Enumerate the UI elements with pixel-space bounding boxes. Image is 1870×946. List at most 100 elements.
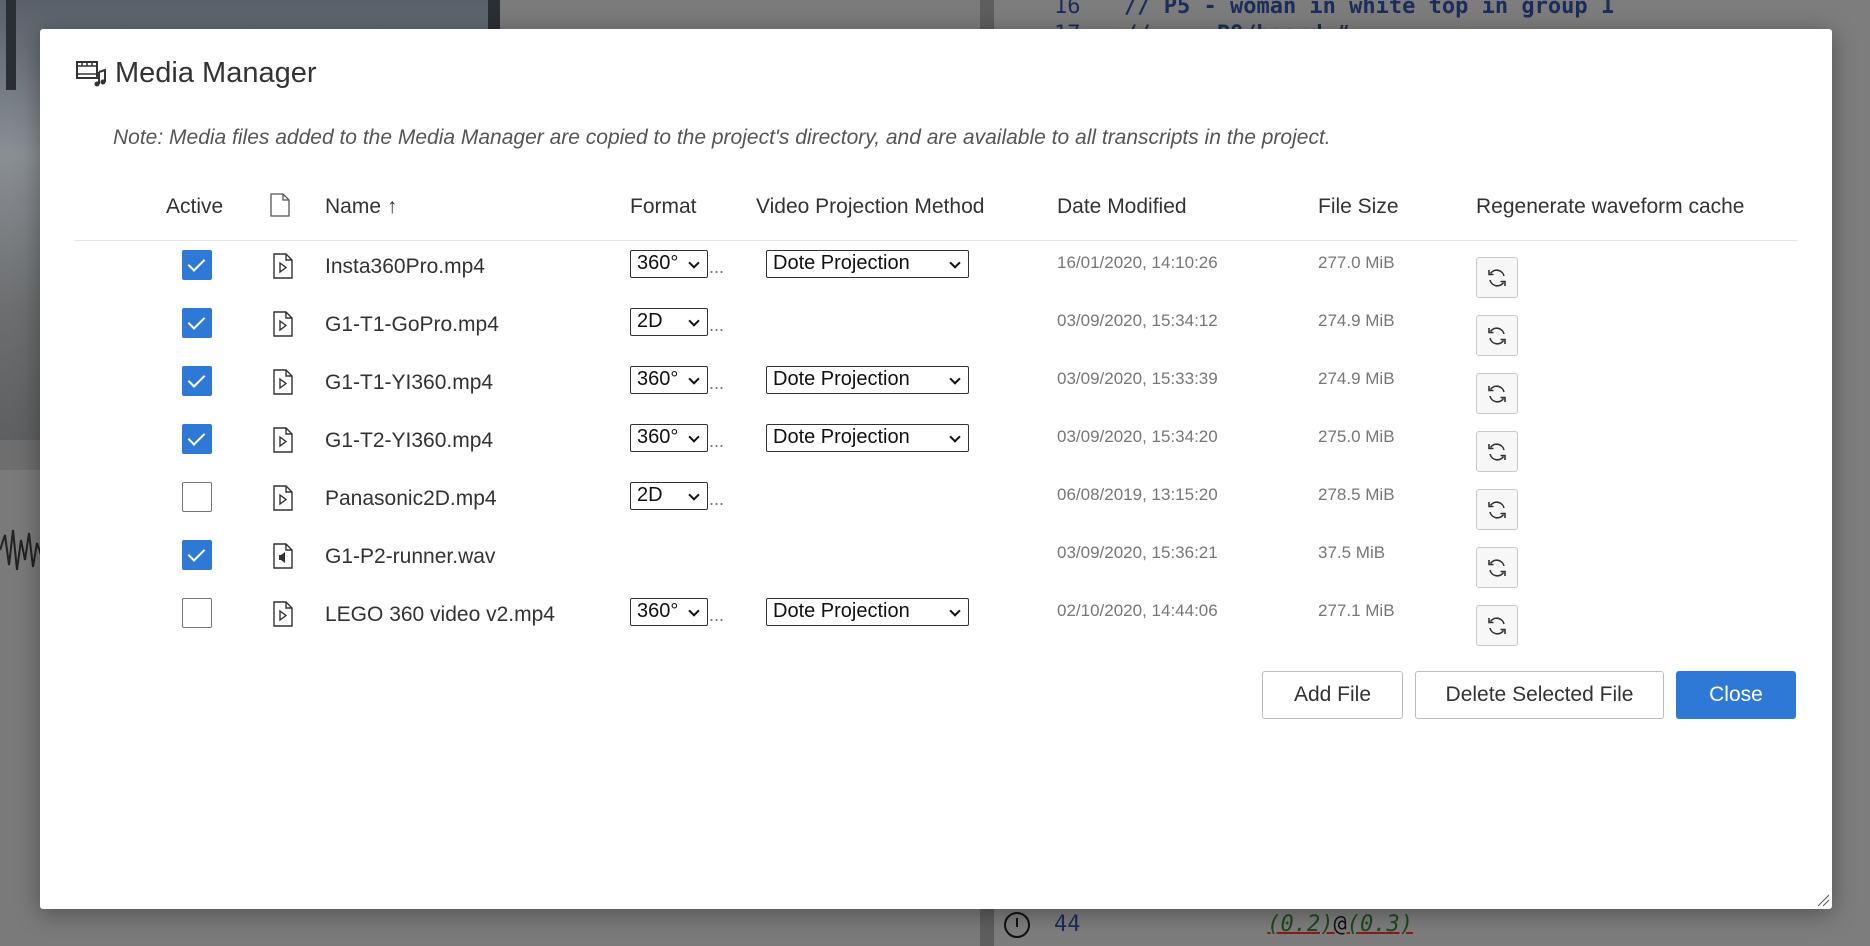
column-header-name[interactable]: Name ↑ bbox=[325, 195, 397, 219]
regenerate-waveform-button[interactable] bbox=[1476, 489, 1518, 530]
regenerate-waveform-button[interactable] bbox=[1476, 431, 1518, 472]
format-select[interactable]: 360° bbox=[630, 366, 708, 394]
format-options-ellipsis[interactable]: ... bbox=[709, 373, 724, 394]
date-modified: 06/08/2019, 13:15:20 bbox=[1057, 485, 1218, 504]
audio-file-icon bbox=[273, 543, 293, 574]
chevron-down-icon bbox=[688, 489, 700, 501]
chevron-down-icon bbox=[949, 373, 961, 385]
regenerate-waveform-button[interactable] bbox=[1476, 315, 1518, 356]
close-button[interactable]: Close bbox=[1676, 671, 1796, 719]
regenerate-waveform-button[interactable] bbox=[1476, 605, 1518, 646]
refresh-icon bbox=[1485, 614, 1509, 638]
delete-selected-file-button[interactable]: Delete Selected File bbox=[1415, 671, 1664, 719]
clock-icon bbox=[1004, 912, 1030, 938]
chevron-down-icon bbox=[688, 315, 700, 327]
add-file-button[interactable]: Add File bbox=[1262, 671, 1403, 719]
editor-line: 44 (0.2)@(0.3) bbox=[1054, 912, 1413, 937]
file-size: 274.9 MiB bbox=[1318, 311, 1395, 330]
file-size: 275.0 MiB bbox=[1318, 427, 1395, 446]
projection-value: Dote Projection bbox=[773, 252, 910, 274]
table-row[interactable]: Panasonic2D.mp4 2D... 06/08/2019, 13:15:20… bbox=[40, 479, 1832, 537]
format-options-ellipsis[interactable]: ... bbox=[709, 431, 724, 452]
table-row[interactable]: Insta360Pro.mp4 360°... Dote Projection 16/… bbox=[40, 247, 1832, 305]
active-checkbox[interactable] bbox=[182, 424, 212, 454]
active-checkbox[interactable] bbox=[182, 598, 212, 628]
format-select[interactable]: 360° bbox=[630, 424, 708, 452]
format-select[interactable]: 2D bbox=[630, 482, 708, 510]
projection-value: Dote Projection bbox=[773, 600, 910, 622]
refresh-icon bbox=[1485, 324, 1509, 348]
editor-line: 16// P5 - woman in white top in group 1 bbox=[1054, 0, 1615, 19]
video-file-icon bbox=[273, 311, 293, 342]
format-select[interactable]: 360° bbox=[630, 250, 708, 278]
refresh-icon bbox=[1485, 556, 1509, 580]
video-file-icon bbox=[273, 369, 293, 400]
regenerate-waveform-button[interactable] bbox=[1476, 547, 1518, 588]
refresh-icon bbox=[1485, 382, 1509, 406]
video-file-icon bbox=[273, 253, 293, 284]
video-file-icon bbox=[273, 485, 293, 516]
format-value: 2D bbox=[637, 484, 663, 506]
file-name: Insta360Pro.mp4 bbox=[325, 255, 485, 278]
date-modified: 03/09/2020, 15:33:39 bbox=[1057, 369, 1218, 388]
resize-handle-icon[interactable] bbox=[1816, 893, 1830, 907]
dialog-title: Media Manager bbox=[115, 56, 317, 89]
info-note: Note: Media files added to the Media Man… bbox=[113, 126, 1331, 149]
active-checkbox[interactable] bbox=[182, 366, 212, 396]
format-value: 360° bbox=[637, 426, 679, 448]
column-header-size[interactable]: File Size bbox=[1318, 195, 1399, 219]
date-modified: 02/10/2020, 14:44:06 bbox=[1057, 601, 1218, 620]
table-row[interactable]: LEGO 360 video v2.mp4 360°... Dote Project… bbox=[40, 595, 1832, 653]
chevron-down-icon bbox=[949, 605, 961, 617]
date-modified: 03/09/2020, 15:34:12 bbox=[1057, 311, 1218, 330]
active-checkbox[interactable] bbox=[182, 482, 212, 512]
dialog-header: Media Manager bbox=[75, 53, 317, 93]
video-file-icon bbox=[273, 601, 293, 632]
projection-select[interactable]: Dote Projection bbox=[766, 424, 969, 452]
projection-select[interactable]: Dote Projection bbox=[766, 366, 969, 394]
date-modified: 16/01/2020, 14:10:26 bbox=[1057, 253, 1218, 272]
format-options-ellipsis[interactable]: ... bbox=[709, 605, 724, 626]
projection-select[interactable]: Dote Projection bbox=[766, 250, 969, 278]
format-options-ellipsis[interactable]: ... bbox=[709, 257, 724, 278]
format-options-ellipsis[interactable]: ... bbox=[709, 489, 724, 510]
chevron-down-icon bbox=[688, 257, 700, 269]
format-select[interactable]: 2D bbox=[630, 308, 708, 336]
regenerate-waveform-button[interactable] bbox=[1476, 257, 1518, 298]
table-row[interactable]: G1-T2-YI360.mp4 360°... Dote Projection 03/… bbox=[40, 421, 1832, 479]
column-header-projection[interactable]: Video Projection Method bbox=[756, 195, 984, 219]
column-header-date[interactable]: Date Modified bbox=[1057, 195, 1187, 219]
format-options-ellipsis[interactable]: ... bbox=[709, 315, 724, 336]
regenerate-waveform-button[interactable] bbox=[1476, 373, 1518, 414]
active-checkbox[interactable] bbox=[182, 250, 212, 280]
file-size: 277.1 MiB bbox=[1318, 601, 1395, 620]
chevron-down-icon bbox=[688, 605, 700, 617]
format-value: 360° bbox=[637, 252, 679, 274]
active-checkbox[interactable] bbox=[182, 540, 212, 570]
file-name: G1-P2-runner.wav bbox=[325, 545, 496, 568]
format-value: 2D bbox=[637, 310, 663, 332]
file-name: G1-T2-YI360.mp4 bbox=[325, 429, 494, 452]
projection-select[interactable]: Dote Projection bbox=[766, 598, 969, 626]
column-header-format[interactable]: Format bbox=[630, 195, 697, 219]
file-type-icon[interactable] bbox=[270, 193, 290, 223]
media-manager-dialog: Media Manager Note: Media files added to… bbox=[40, 29, 1832, 909]
format-select[interactable]: 360° bbox=[630, 598, 708, 626]
chevron-down-icon bbox=[688, 373, 700, 385]
refresh-icon bbox=[1485, 440, 1509, 464]
date-modified: 03/09/2020, 15:34:20 bbox=[1057, 427, 1218, 446]
table-row[interactable]: G1-P2-runner.wav 03/09/2020, 15:36:21 37.5… bbox=[40, 537, 1832, 595]
file-size: 37.5 MiB bbox=[1318, 543, 1386, 562]
refresh-icon bbox=[1485, 498, 1509, 522]
active-checkbox[interactable] bbox=[182, 308, 212, 338]
header-divider bbox=[75, 240, 1797, 241]
file-size: 277.0 MiB bbox=[1318, 253, 1395, 272]
table-row[interactable]: G1-T1-GoPro.mp4 2D... 03/09/2020, 15:34:12… bbox=[40, 305, 1832, 363]
table-row[interactable]: G1-T1-YI360.mp4 360°... Dote Projection 03/… bbox=[40, 363, 1832, 421]
file-name: G1-T1-YI360.mp4 bbox=[325, 371, 494, 394]
file-size: 274.9 MiB bbox=[1318, 369, 1395, 388]
chevron-down-icon bbox=[688, 431, 700, 443]
video-file-icon bbox=[273, 427, 293, 458]
file-name: G1-T1-GoPro.mp4 bbox=[325, 313, 499, 336]
column-header-active[interactable]: Active bbox=[166, 195, 223, 219]
